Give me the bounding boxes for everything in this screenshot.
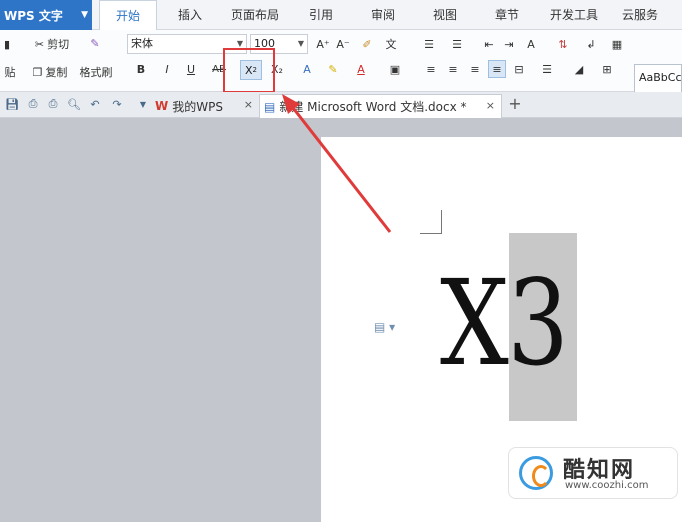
scissors-icon: ✂: [34, 37, 45, 51]
tab-developer[interactable]: 开发工具: [543, 0, 605, 30]
phonetic-icon[interactable]: 文: [382, 35, 400, 53]
copy-label: 复制: [45, 66, 68, 79]
close-icon[interactable]: ×: [486, 99, 495, 112]
quick-access-menu-icon[interactable]: ▼: [136, 97, 150, 111]
tab-home[interactable]: 开始: [99, 0, 157, 31]
paste-icon-top[interactable]: ▮: [0, 36, 14, 52]
italic-button[interactable]: I: [158, 60, 176, 78]
undo-icon[interactable]: ↶: [88, 97, 102, 111]
line-spacing-icon[interactable]: ☰: [538, 60, 556, 78]
app-menu-button[interactable]: WPS 文字 ▼: [0, 0, 92, 30]
underline-button[interactable]: U: [182, 60, 200, 78]
decrease-indent-icon[interactable]: ⇤: [480, 35, 498, 53]
bold-button[interactable]: B: [132, 60, 150, 78]
tab-my-wps[interactable]: W 我的WPS ×: [155, 94, 259, 118]
borders-icon[interactable]: ⊞: [598, 60, 616, 78]
document-tab-bar: 💾︎ ⎙ ⎙ 🔍︎ ↶ ↷ ▼ W 我的WPS × ▤ 新建 Microsoft…: [0, 92, 682, 118]
cut-label: 剪切: [47, 38, 70, 51]
tab-page-layout[interactable]: 页面布局: [223, 0, 287, 30]
shrink-font-icon[interactable]: A⁻: [334, 35, 352, 53]
chinese-layout-icon[interactable]: A: [522, 35, 540, 53]
format-painter-label: 格式刷: [79, 66, 113, 79]
print-icon[interactable]: ⎙: [46, 97, 60, 111]
increase-indent-icon[interactable]: ⇥: [500, 35, 518, 53]
copy-icon: ❐: [32, 65, 43, 79]
show-marks-icon[interactable]: ↲: [582, 35, 600, 53]
coozhi-logo-icon: [519, 456, 553, 490]
copy-button[interactable]: ❐ 复制: [28, 64, 72, 80]
tab-view[interactable]: 视图: [421, 0, 469, 30]
justify-icon[interactable]: ≡: [488, 60, 506, 78]
tab-word-document-label: 新建 Microsoft Word 文档.docx *: [279, 100, 467, 114]
paste-label: 贴: [4, 66, 16, 79]
numbering-icon[interactable]: ☰: [448, 35, 466, 53]
ribbon-toolbar: ▮ ✂ 剪切 ✎ 贴 ❐ 复制 格式刷 宋体 ▼ 100 ▼ A⁺ A⁻ ✐ 文…: [0, 30, 682, 110]
align-left-icon[interactable]: ≡: [422, 60, 440, 78]
wps-logo-icon: W: [155, 99, 169, 113]
menu-bar: WPS 文字 ▼ 开始 插入 页面布局 引用 审阅 视图 章节 开发工具 云服务: [0, 0, 682, 31]
distributed-icon[interactable]: ⊟: [510, 60, 528, 78]
document-icon: ▤: [264, 99, 276, 114]
tab-review[interactable]: 审阅: [359, 0, 407, 30]
sort-icon[interactable]: ⇅: [554, 35, 572, 53]
chevron-down-icon: ▼: [297, 39, 304, 48]
paste-button[interactable]: 贴: [0, 64, 20, 80]
font-name-value: 宋体: [131, 37, 153, 50]
tab-references[interactable]: 引用: [297, 0, 345, 30]
font-color-icon[interactable]: A: [352, 60, 370, 78]
chevron-down-icon: ▼: [81, 10, 88, 20]
tab-my-wps-label: 我的WPS: [172, 99, 223, 114]
site-watermark: 酷知网 www.coozhi.com: [508, 447, 678, 499]
format-painter-button[interactable]: 格式刷: [76, 64, 116, 80]
document-text-base: X: [440, 254, 509, 392]
clear-format-icon[interactable]: ✐: [358, 35, 376, 53]
table-icon[interactable]: ▦: [608, 35, 626, 53]
tab-cloud[interactable]: 云服务: [614, 0, 666, 30]
print-preview-icon[interactable]: 🔍︎: [67, 97, 81, 111]
document-text-selected: 3: [507, 254, 569, 392]
tab-sections[interactable]: 章节: [483, 0, 531, 30]
brush-icon[interactable]: ✎: [86, 34, 104, 52]
watermark-url: www.coozhi.com: [565, 480, 649, 491]
highlight-color-icon[interactable]: ✎: [324, 60, 342, 78]
export-pdf-icon[interactable]: ⎙: [26, 97, 40, 111]
style-preview: AaBbCc: [639, 71, 682, 84]
grow-font-icon[interactable]: A⁺: [314, 35, 332, 53]
shading-icon[interactable]: ◢: [570, 60, 588, 78]
text-effect-icon[interactable]: A: [298, 60, 316, 78]
paste-options-icon[interactable]: ▤ ▾: [374, 320, 395, 334]
new-tab-button[interactable]: +: [506, 94, 524, 114]
document-text[interactable]: X3: [440, 258, 569, 388]
annotation-highlight-box: [223, 48, 275, 93]
tab-word-document[interactable]: ▤ 新建 Microsoft Word 文档.docx * ×: [259, 94, 502, 118]
align-right-icon[interactable]: ≡: [466, 60, 484, 78]
cut-button[interactable]: ✂ 剪切: [28, 36, 76, 52]
close-icon[interactable]: ×: [244, 98, 253, 111]
char-shading-icon[interactable]: ▣: [386, 60, 404, 78]
redo-icon[interactable]: ↷: [110, 97, 124, 111]
tab-insert[interactable]: 插入: [165, 0, 215, 30]
app-name: WPS 文字: [4, 8, 63, 23]
save-icon[interactable]: 💾︎: [5, 97, 19, 111]
bullets-icon[interactable]: ☰: [420, 35, 438, 53]
page-margin-marker: [420, 210, 442, 234]
align-center-icon[interactable]: ≡: [444, 60, 462, 78]
